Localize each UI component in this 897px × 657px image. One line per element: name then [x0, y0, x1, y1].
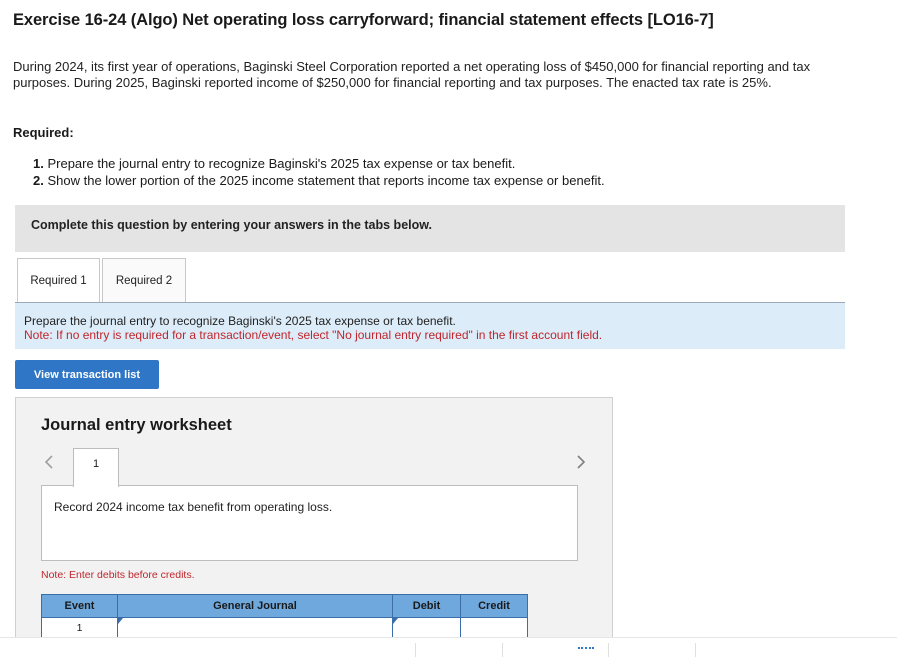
tab-required-2[interactable]: Required 2: [102, 258, 186, 303]
column-header-credit: Credit: [460, 594, 528, 618]
debits-credits-note: Note: Enter debits before credits.: [41, 569, 195, 581]
bottom-divider: [415, 643, 416, 657]
prompt-note: Note: If no entry is required for a tran…: [24, 328, 603, 342]
chevron-right-icon[interactable]: [576, 455, 586, 473]
problem-intro: During 2024, its first year of operation…: [13, 59, 811, 90]
instruction-text: Complete this question by entering your …: [31, 218, 432, 232]
tab-required-1[interactable]: Required 1: [17, 258, 100, 303]
event-cell: 1: [41, 617, 118, 637]
entry-tab-1[interactable]: 1: [73, 448, 119, 487]
worksheet-title: Journal entry worksheet: [41, 416, 232, 434]
required-item-1: 1. Prepare the journal entry to recogniz…: [33, 155, 605, 172]
page-title: Exercise 16-24 (Algo) Net operating loss…: [13, 11, 714, 29]
prompt-box: Prepare the journal entry to recognize B…: [15, 303, 845, 349]
prompt-text: Prepare the journal entry to recognize B…: [24, 314, 456, 328]
table-row: 1: [41, 617, 528, 637]
column-header-debit: Debit: [392, 594, 461, 618]
required-item-text: Prepare the journal entry to recognize B…: [47, 156, 516, 171]
instruction-bar: Complete this question by entering your …: [15, 205, 845, 252]
required-item-2: 2. Show the lower portion of the 2025 in…: [33, 172, 605, 189]
bottom-bar: [0, 637, 897, 657]
credit-cell[interactable]: [460, 617, 528, 637]
journal-table: Event General Journal Debit Credit 1: [41, 594, 528, 637]
debit-cell[interactable]: [392, 617, 461, 637]
bottom-divider: [608, 643, 609, 657]
required-item-number: 1.: [33, 156, 44, 171]
bottom-divider: [695, 643, 696, 657]
entry-description: Record 2024 income tax benefit from oper…: [54, 500, 333, 514]
column-header-general-journal: General Journal: [117, 594, 393, 618]
required-item-number: 2.: [33, 173, 44, 188]
column-header-event: Event: [41, 594, 118, 618]
view-transaction-list-button[interactable]: View transaction list: [15, 360, 159, 389]
required-item-text: Show the lower portion of the 2025 incom…: [47, 173, 605, 188]
dropdown-marker-icon: [118, 618, 123, 624]
required-list: 1. Prepare the journal entry to recogniz…: [33, 155, 605, 189]
more-dots-icon: [578, 647, 594, 650]
entry-description-box: Record 2024 income tax benefit from oper…: [41, 485, 578, 561]
account-cell[interactable]: [117, 617, 393, 637]
input-marker-icon: [393, 618, 398, 624]
chevron-left-icon[interactable]: [44, 455, 54, 473]
required-label: Required:: [13, 125, 74, 140]
bottom-divider: [502, 643, 503, 657]
journal-entry-worksheet: Journal entry worksheet 1 Record 2024 in…: [15, 397, 613, 637]
